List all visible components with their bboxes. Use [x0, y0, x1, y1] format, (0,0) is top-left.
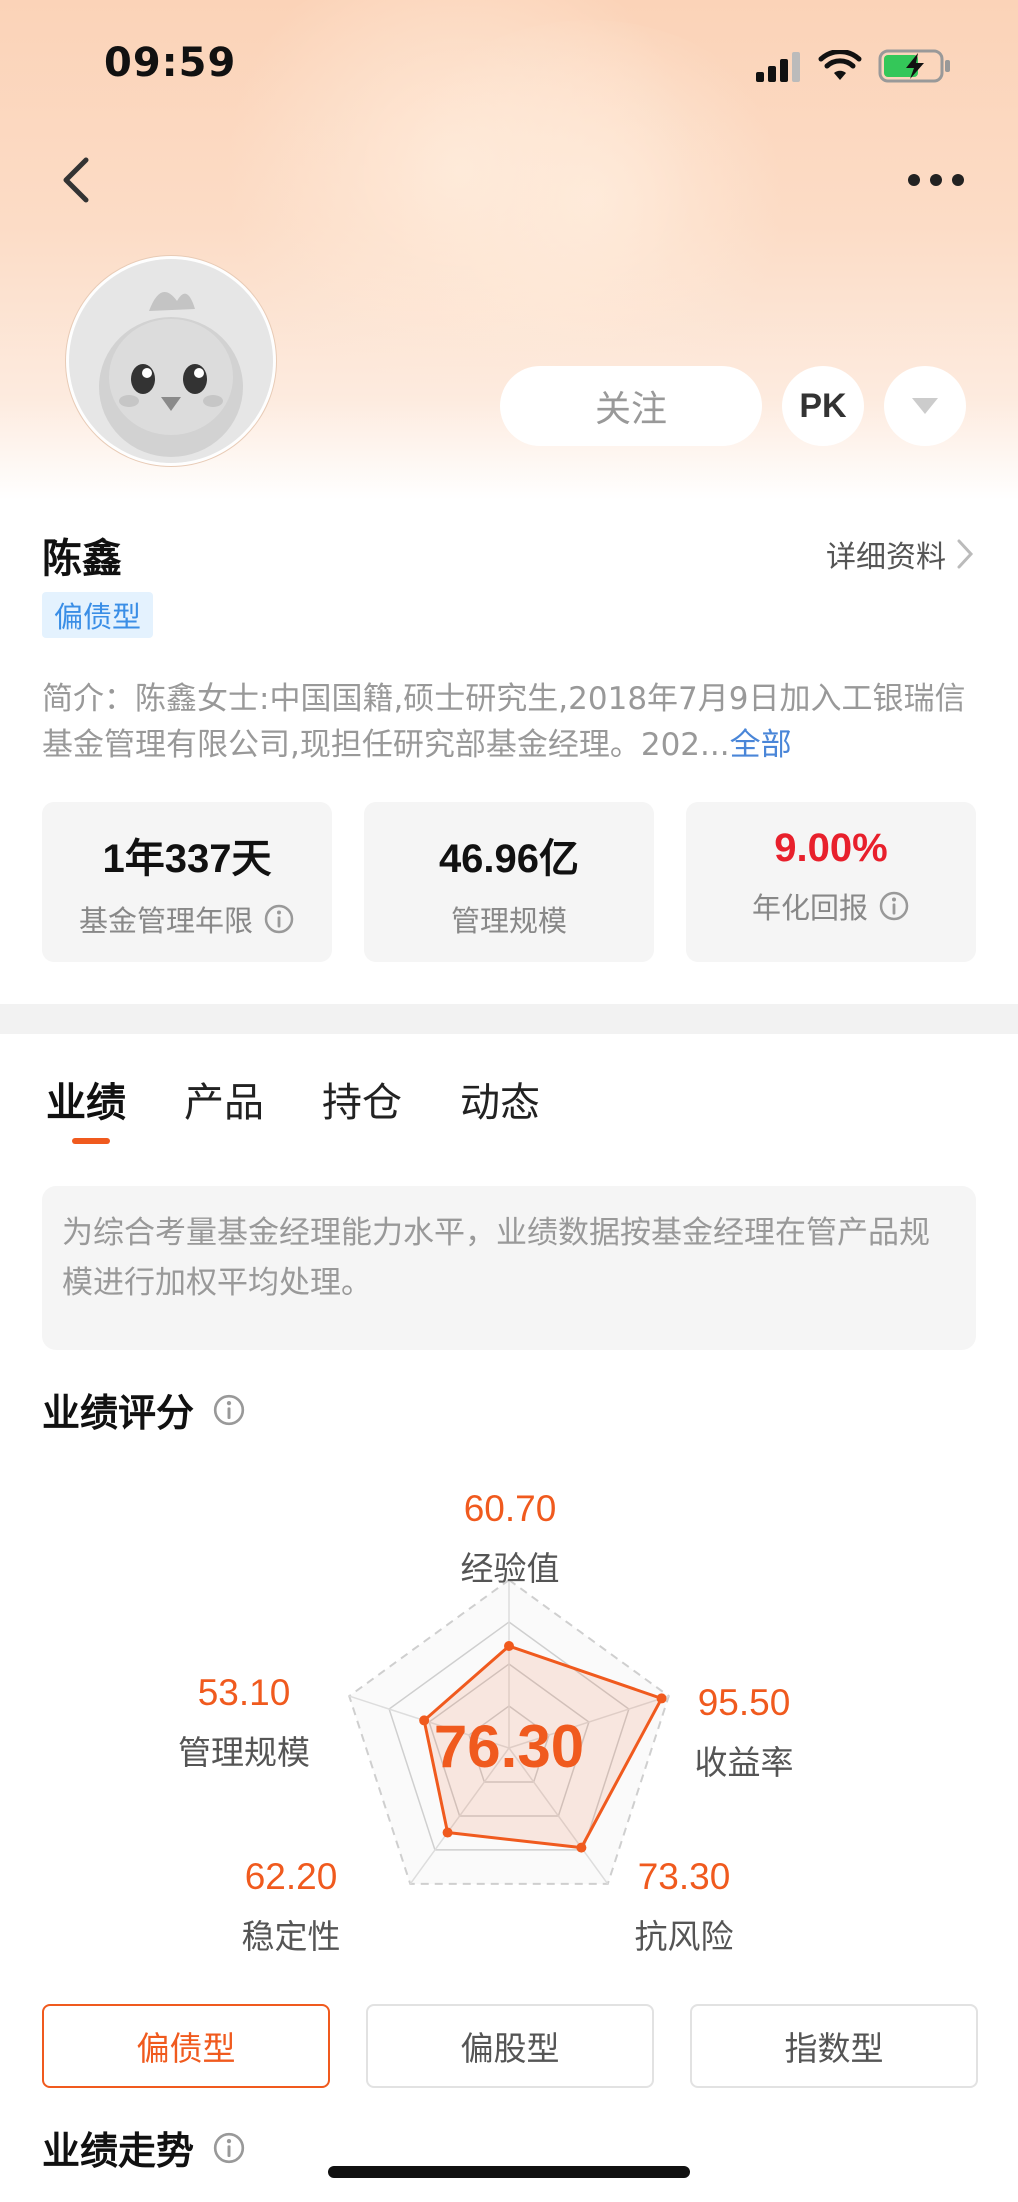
intro-text: 简介：陈鑫女士:中国国籍,硕士研究生,2018年7月9日加入工银瑞信基金管理有限…: [42, 681, 966, 763]
performance-title: 业绩评分: [42, 1382, 246, 1437]
manager-name: 陈鑫: [42, 536, 122, 582]
axis-value-scale: 53.10: [197, 1672, 291, 1713]
category-index-button[interactable]: 指数型: [690, 2004, 978, 2088]
chevron-right-icon: [957, 539, 974, 569]
status-time: 09:59: [104, 40, 237, 86]
intro: 简介：陈鑫女士:中国国籍,硕士研究生,2018年7月9日加入工银瑞信基金管理有限…: [42, 676, 982, 768]
axis-label-experience: 经验值: [460, 1549, 560, 1588]
signal-icon: [756, 52, 800, 82]
dropdown-icon: [912, 398, 938, 414]
tab-indicator: [72, 1138, 110, 1144]
axis-value-risk: 73.30: [637, 1856, 731, 1897]
status-bar: 09:59: [0, 0, 1018, 130]
axis-label-scale: 管理规模: [178, 1733, 310, 1772]
performance-title-text: 业绩评分: [42, 1391, 195, 1435]
stat-card-tenure: 1年337天 基金管理年限: [42, 802, 332, 962]
battery-icon: [878, 49, 950, 83]
tab-bar: 业绩 产品 持仓 动态: [46, 1070, 540, 1128]
pk-button[interactable]: PK: [782, 366, 864, 446]
tab-performance[interactable]: 业绩: [46, 1070, 126, 1128]
info-icon[interactable]: [263, 903, 295, 935]
axis-label-risk: 抗风险: [634, 1917, 734, 1956]
chick-avatar-illustration: [69, 259, 273, 463]
radar-point: [504, 1641, 514, 1652]
trend-title: 业绩走势: [42, 2120, 246, 2175]
axis-value-experience: 60.70: [463, 1488, 557, 1529]
stat-label: 管理规模: [450, 904, 567, 938]
axis-label-return: 收益率: [694, 1743, 794, 1782]
trend-title-text: 业绩走势: [42, 2129, 195, 2173]
wifi-icon: [818, 50, 862, 80]
type-tag: 偏债型: [42, 592, 154, 638]
info-icon[interactable]: [212, 2131, 246, 2165]
home-indicator: [328, 2166, 690, 2178]
back-icon[interactable]: [52, 152, 100, 208]
radar-point: [576, 1842, 587, 1853]
category-stock-button[interactable]: 偏股型: [366, 2004, 654, 2088]
notice-box: 为综合考量基金经理能力水平，业绩数据按基金经理在管产品规模进行加权平均处理。: [42, 1186, 976, 1350]
tab-news[interactable]: 动态: [460, 1070, 540, 1128]
stat-label: 基金管理年限: [78, 904, 253, 938]
category-bond-button[interactable]: 偏债型: [42, 2004, 330, 2088]
axis-label-stability: 稳定性: [241, 1917, 341, 1956]
stat-label: 年化回报: [751, 891, 868, 925]
axis-value-return: 95.50: [697, 1682, 791, 1723]
follow-button[interactable]: 关注: [500, 366, 762, 446]
tab-holdings[interactable]: 持仓: [322, 1070, 402, 1128]
stat-value: 9.00%: [774, 826, 888, 870]
total-score: 76.30: [433, 1713, 585, 1780]
radar-point: [442, 1827, 453, 1838]
more-icon[interactable]: [904, 160, 968, 200]
stat-card-scale: 46.96亿 管理规模: [364, 802, 654, 962]
tab-products[interactable]: 产品: [184, 1070, 264, 1128]
info-icon[interactable]: [878, 890, 910, 922]
detail-link-label: 详细资料: [826, 540, 946, 575]
info-icon[interactable]: [212, 1393, 246, 1427]
intro-more-link[interactable]: 全部: [730, 727, 792, 763]
avatar: [66, 256, 276, 466]
dropdown-button[interactable]: [884, 366, 966, 446]
stat-value: 46.96亿: [438, 837, 580, 881]
stat-card-return: 9.00% 年化回报: [686, 802, 976, 962]
detail-link[interactable]: 详细资料: [826, 532, 974, 576]
status-icons: [754, 48, 952, 84]
stat-value: 1年337天: [102, 837, 272, 881]
section-divider: [0, 1004, 1018, 1034]
axis-value-stability: 62.20: [244, 1856, 338, 1897]
